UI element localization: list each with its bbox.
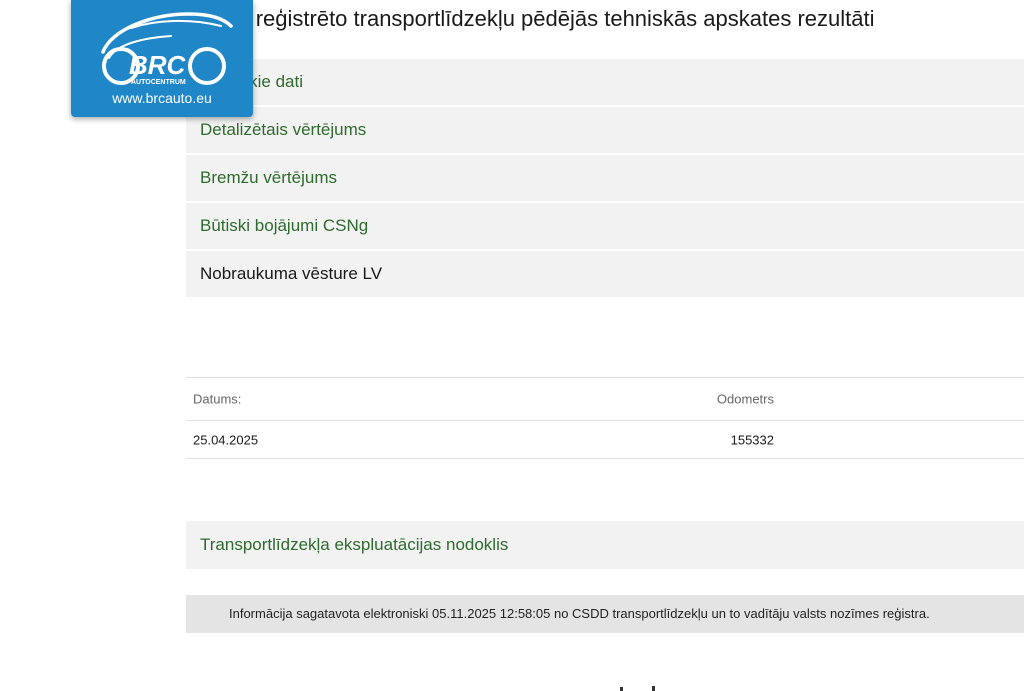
info-bar: Informācija sagatavota elektroniski 05.1… [186, 595, 1024, 633]
menu-item-vehicle-tax[interactable]: Transportlīdzekļa ekspluatācijas nodokli… [186, 521, 1024, 569]
column-header-date: Datums: [193, 391, 242, 407]
column-header-odometer: Odometrs [716, 391, 774, 407]
menu-item-critical-defects[interactable]: Būtiski bojājumi CSNg [186, 203, 1024, 251]
cut-off-text-fragment [620, 686, 655, 691]
table-row: 25.04.2025 155332 [186, 421, 1024, 459]
cell-date: 25.04.2025 [193, 432, 259, 447]
logo-sub: AUTOCENTRUM [131, 79, 186, 86]
page-title: Latvijā reģistrēto transportlīdzekļu pēd… [186, 6, 875, 31]
section-menu: Tehniskie dati Detalizētais vērtējums Br… [186, 59, 1024, 299]
brc-logo[interactable]: BRC AUTOCENTRUM www.brcauto.eu [71, 0, 253, 117]
table-header-row: Datums: Odometrs [186, 378, 1024, 421]
cell-odometer: 155332 [730, 432, 774, 447]
logo-brand: BRC [129, 50, 187, 80]
car-outline-icon: BRC AUTOCENTRUM [101, 12, 233, 86]
menu-item-brake-assessment[interactable]: Bremžu vērtējums [186, 155, 1024, 203]
odometer-table: Datums: Odometrs 25.04.2025 155332 [186, 377, 1024, 459]
menu-item-technical-data[interactable]: Tehniskie dati [186, 59, 1024, 107]
menu-item-mileage-history[interactable]: Nobraukuma vēsture LV [186, 251, 1024, 299]
logo-url[interactable]: www.brcauto.eu [71, 90, 253, 106]
menu-item-detailed-assessment[interactable]: Detalizētais vērtējums [186, 107, 1024, 155]
